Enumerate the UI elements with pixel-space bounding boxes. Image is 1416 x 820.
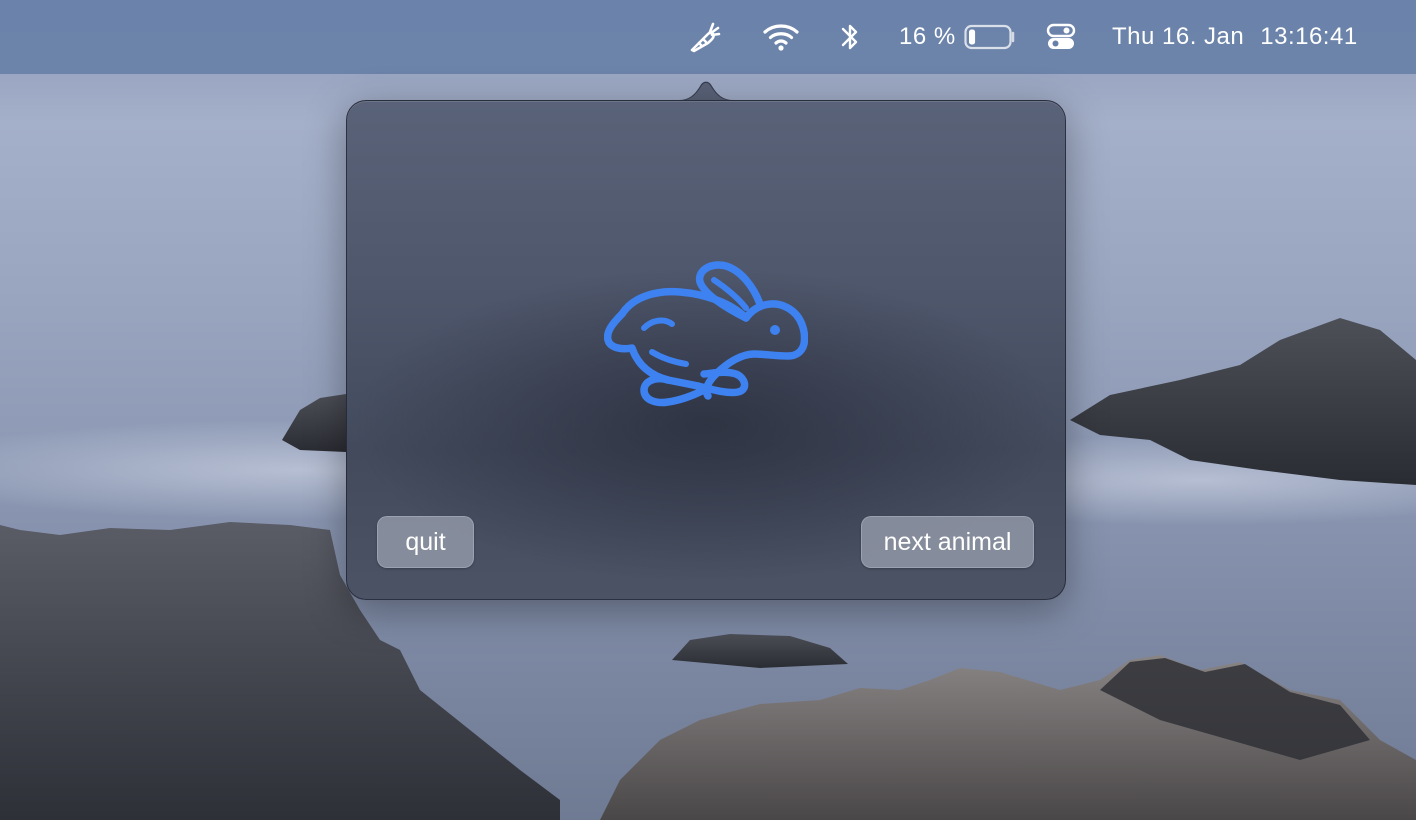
bluetooth-icon <box>841 24 858 50</box>
bluetooth-status-item[interactable] <box>838 0 864 74</box>
quit-button[interactable]: quit <box>377 516 474 568</box>
wifi-status-item[interactable] <box>762 0 802 74</box>
menu-bar: 16 % Thu 16. Jan 13:16:41 <box>0 0 1416 74</box>
control-center-icon <box>1046 23 1076 49</box>
wifi-icon <box>763 24 799 51</box>
control-center-status-item[interactable] <box>1046 0 1078 74</box>
date-label: Thu 16. Jan <box>1112 23 1245 50</box>
battery-percent: 16 % <box>899 23 956 50</box>
battery-level-fill <box>968 29 975 45</box>
desktop: 16 % Thu 16. Jan 13:16:41 quit next anim… <box>0 0 1416 820</box>
battery-icon <box>964 24 1014 50</box>
time-label: 13:16:41 <box>1260 23 1358 50</box>
carrot-icon <box>690 22 721 53</box>
clock[interactable]: Thu 16. Jan 13:16:41 <box>1112 0 1358 74</box>
app-status-item[interactable] <box>686 0 726 74</box>
animal-popover: quit next animal <box>346 81 1066 600</box>
popover-arrow <box>676 81 736 101</box>
battery-status-item[interactable]: 16 % <box>899 0 1018 74</box>
next-animal-button[interactable]: next animal <box>861 516 1034 568</box>
rabbit-icon <box>604 261 808 407</box>
